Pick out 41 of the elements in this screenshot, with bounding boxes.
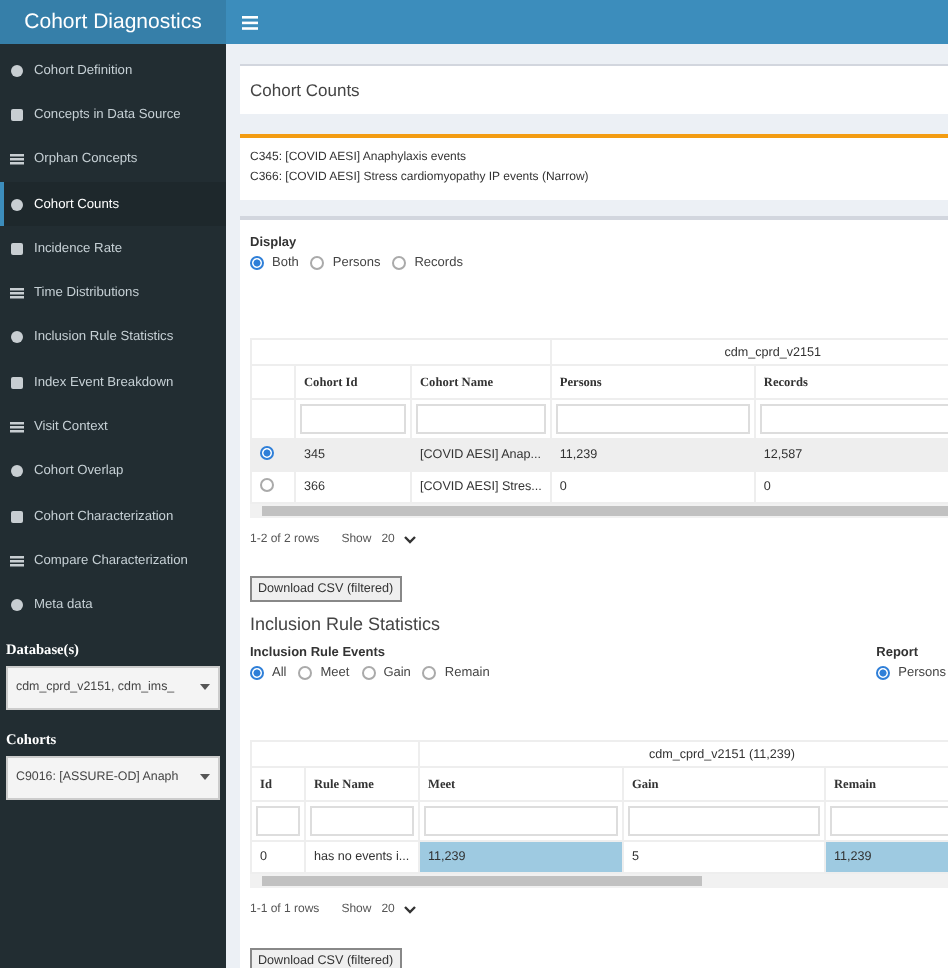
menu-item-icon	[10, 509, 24, 524]
column-filter-field[interactable]	[628, 806, 820, 836]
radio-circle[interactable]	[310, 256, 325, 270]
menu-item-icon	[10, 152, 24, 167]
menu-item-icon	[10, 420, 24, 435]
row-radio[interactable]	[260, 446, 274, 460]
page-title: Cohort Counts	[240, 64, 948, 114]
column-filter-field[interactable]	[300, 404, 406, 434]
menu-item-icon	[10, 63, 24, 78]
menu-item-icon	[10, 375, 24, 390]
row-radio[interactable]	[260, 478, 274, 492]
column-filter-field[interactable]	[416, 404, 546, 434]
scrollbar[interactable]	[262, 876, 702, 886]
menu-item-icon	[10, 286, 24, 301]
chevron-icon	[404, 536, 417, 544]
column-filter-field[interactable]	[310, 806, 414, 836]
menu-item-icon	[10, 241, 24, 256]
menu-item-icon	[10, 330, 24, 345]
section-title: Inclusion Rule Statistics	[250, 614, 443, 634]
caret-icon	[200, 774, 210, 781]
app-title: Cohort Diagnostics	[0, 0, 226, 44]
column-filter-field[interactable]	[256, 806, 300, 836]
column-filter-field[interactable]	[759, 404, 948, 434]
radio-circle[interactable]	[876, 666, 891, 680]
radio-circle[interactable]	[250, 666, 264, 680]
menu-item-icon	[10, 107, 24, 122]
menu-item-icon	[10, 197, 24, 212]
menu-item-icon	[10, 464, 24, 479]
radio-circle[interactable]	[422, 666, 437, 680]
menu-item-icon	[10, 598, 24, 613]
radio-circle[interactable]	[250, 256, 264, 270]
menu-item-icon	[10, 553, 24, 568]
scrollbar[interactable]	[262, 506, 948, 516]
radio-circle[interactable]	[392, 256, 407, 270]
menu-icon[interactable]	[242, 15, 258, 29]
column-filter-field[interactable]	[555, 404, 750, 434]
caret-icon	[200, 684, 210, 691]
radio-circle[interactable]	[298, 666, 313, 680]
radio-circle[interactable]	[361, 666, 376, 680]
chevron-icon	[404, 906, 417, 914]
column-filter-field[interactable]	[424, 806, 618, 836]
